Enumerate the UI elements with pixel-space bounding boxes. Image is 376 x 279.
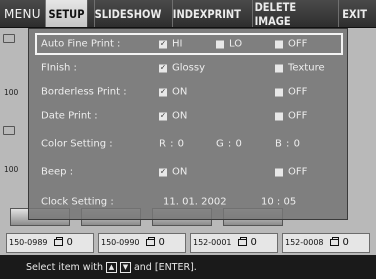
option-glossy[interactable]: ✓ Glossy [159, 63, 205, 74]
image-number: 150-0990 [101, 238, 140, 247]
setting-finish[interactable]: FInish : ✓ Glossy Texture [35, 57, 343, 79]
tab-slideshow[interactable]: SLIDESHOW [93, 0, 161, 27]
image-number: 152-0001 [193, 238, 232, 247]
status-bar: Select item with ▲ ▼ and [ENTER]. [0, 255, 376, 279]
unchecked-box-icon [275, 112, 283, 120]
option-off[interactable]: OFF [275, 111, 307, 122]
tab-delete-image[interactable]: DELETE IMAGE [251, 0, 326, 28]
menu-title: MENU [4, 6, 41, 21]
side-label: 100 [4, 88, 19, 97]
unchecked-box-icon [275, 40, 283, 48]
print-icon [53, 237, 63, 246]
setting-label: Clock Setting : [41, 196, 114, 208]
option-off[interactable]: OFF [275, 167, 307, 178]
setup-panel: Auto Fine Print : ✓ HI LO OFF FInish : ✓… [28, 28, 348, 220]
print-icon [145, 237, 155, 246]
setting-borderless-print[interactable]: Borderless Print : ✓ ON OFF [35, 81, 343, 103]
unchecked-box-icon [275, 168, 283, 176]
option-off[interactable]: OFF [275, 87, 307, 98]
setting-auto-fine-print[interactable]: Auto Fine Print : ✓ HI LO OFF [35, 33, 343, 55]
down-arrow-key-icon: ▼ [119, 261, 131, 273]
up-arrow-key-icon: ▲ [105, 261, 117, 273]
clock-time[interactable]: 10 : 05 [261, 197, 296, 208]
checked-box-icon: ✓ [159, 63, 167, 72]
image-number: 150-0989 [9, 238, 48, 247]
setting-label: Date Print : [41, 110, 98, 122]
print-quantity: 0 [250, 237, 257, 248]
status-prefix: Select item with [26, 261, 103, 273]
thumbnail-counter[interactable]: 152-0008 0 [282, 232, 370, 253]
unchecked-box-icon [275, 64, 283, 72]
option-off[interactable]: OFF [275, 39, 307, 50]
option-texture[interactable]: Texture [275, 63, 325, 74]
setting-label: Color Setting : [41, 138, 113, 150]
thumbnail-counter[interactable]: 150-0990 0 [98, 232, 186, 253]
option-on[interactable]: ✓ ON [159, 87, 187, 98]
print-quantity: 0 [158, 237, 165, 248]
setting-label: FInish : [41, 62, 77, 74]
option-lo[interactable]: LO [216, 39, 242, 50]
checked-box-icon: ✓ [159, 111, 167, 120]
setting-label: Beep : [41, 166, 74, 178]
print-icon [237, 237, 247, 246]
setting-label: Borderless Print : [41, 86, 127, 98]
print-icon [329, 237, 339, 246]
menu-bar: MENU SETUP SLIDESHOW INDEXPRINT DELETE I… [0, 0, 376, 28]
color-red-value[interactable]: R : 0 [159, 139, 185, 150]
unchecked-box-icon [275, 88, 283, 96]
option-on[interactable]: ✓ ON [159, 167, 187, 178]
tab-setup[interactable]: SETUP [44, 0, 88, 27]
image-number: 152-0008 [285, 238, 324, 247]
thumbnail-counter[interactable]: 152-0001 0 [190, 232, 278, 253]
thumbnail-counters: 150-0989 0 150-0990 0 152-0001 0 152-000… [0, 232, 376, 253]
tab-indexprint[interactable]: INDEXPRINT [171, 0, 241, 27]
key-icon [3, 126, 15, 135]
checked-box-icon: ✓ [159, 39, 167, 48]
option-hi[interactable]: ✓ HI [159, 39, 182, 50]
setting-color[interactable]: Color Setting : R : 0 G : 0 B : 0 [35, 133, 343, 155]
setting-beep[interactable]: Beep : ✓ ON OFF [35, 161, 343, 183]
folder-icon [3, 34, 15, 43]
checked-box-icon: ✓ [159, 87, 167, 96]
setting-date-print[interactable]: Date Print : ✓ ON OFF [35, 105, 343, 127]
print-quantity: 0 [342, 237, 349, 248]
color-green-value[interactable]: G : 0 [216, 139, 242, 150]
clock-date[interactable]: 11. 01. 2002 [163, 197, 227, 208]
color-blue-value[interactable]: B : 0 [275, 139, 300, 150]
option-on[interactable]: ✓ ON [159, 111, 187, 122]
thumbnail-counter[interactable]: 150-0989 0 [6, 232, 94, 253]
tab-exit[interactable]: EXIT [338, 0, 370, 27]
status-suffix: and [ENTER]. [133, 261, 197, 273]
setting-label: Auto Fine Print : [41, 38, 121, 50]
unchecked-box-icon [216, 40, 224, 48]
print-quantity: 0 [66, 237, 73, 248]
side-label: 100 [4, 165, 19, 174]
setting-clock[interactable]: Clock Setting : 11. 01. 2002 10 : 05 [35, 191, 343, 213]
checked-box-icon: ✓ [159, 167, 167, 176]
